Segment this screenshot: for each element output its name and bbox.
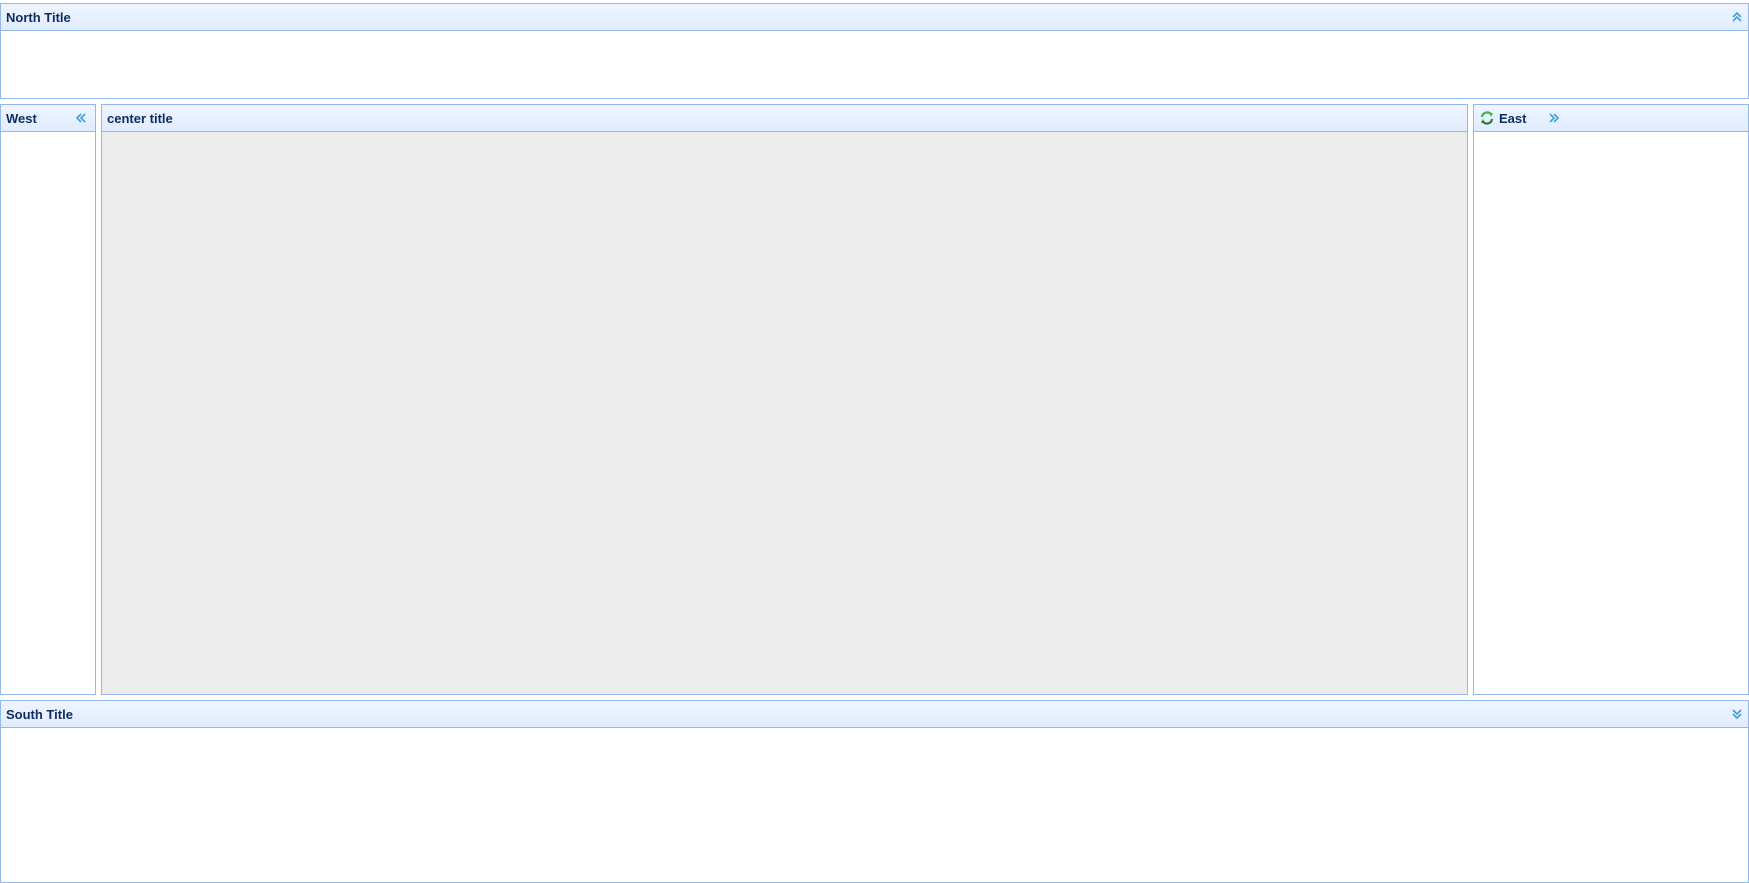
north-panel-body bbox=[1, 31, 1748, 98]
west-panel-title: West bbox=[6, 110, 37, 126]
south-panel-header: South Title bbox=[1, 701, 1748, 728]
east-panel-header: East bbox=[1474, 105, 1748, 132]
east-panel-title: East bbox=[1499, 110, 1527, 126]
south-panel-body bbox=[1, 728, 1748, 882]
east-panel-body bbox=[1474, 132, 1748, 694]
collapse-left-icon[interactable] bbox=[73, 110, 89, 126]
refresh-icon bbox=[1479, 110, 1495, 126]
west-panel-header: West bbox=[1, 105, 95, 132]
collapse-right-icon[interactable] bbox=[1546, 110, 1562, 126]
east-panel: East bbox=[1473, 104, 1749, 695]
west-panel: West bbox=[0, 104, 96, 695]
north-panel: North Title bbox=[0, 3, 1749, 99]
center-panel-body bbox=[102, 132, 1467, 694]
south-panel: South Title bbox=[0, 700, 1749, 883]
north-panel-header: North Title bbox=[1, 4, 1748, 31]
west-panel-body bbox=[1, 132, 95, 694]
north-panel-title: North Title bbox=[6, 9, 71, 25]
collapse-up-icon[interactable] bbox=[1729, 9, 1745, 25]
center-panel-header: center title bbox=[102, 105, 1467, 132]
south-panel-title: South Title bbox=[6, 706, 73, 722]
center-panel-title: center title bbox=[107, 110, 173, 126]
collapse-down-icon[interactable] bbox=[1729, 706, 1745, 722]
center-panel: center title bbox=[101, 104, 1468, 695]
